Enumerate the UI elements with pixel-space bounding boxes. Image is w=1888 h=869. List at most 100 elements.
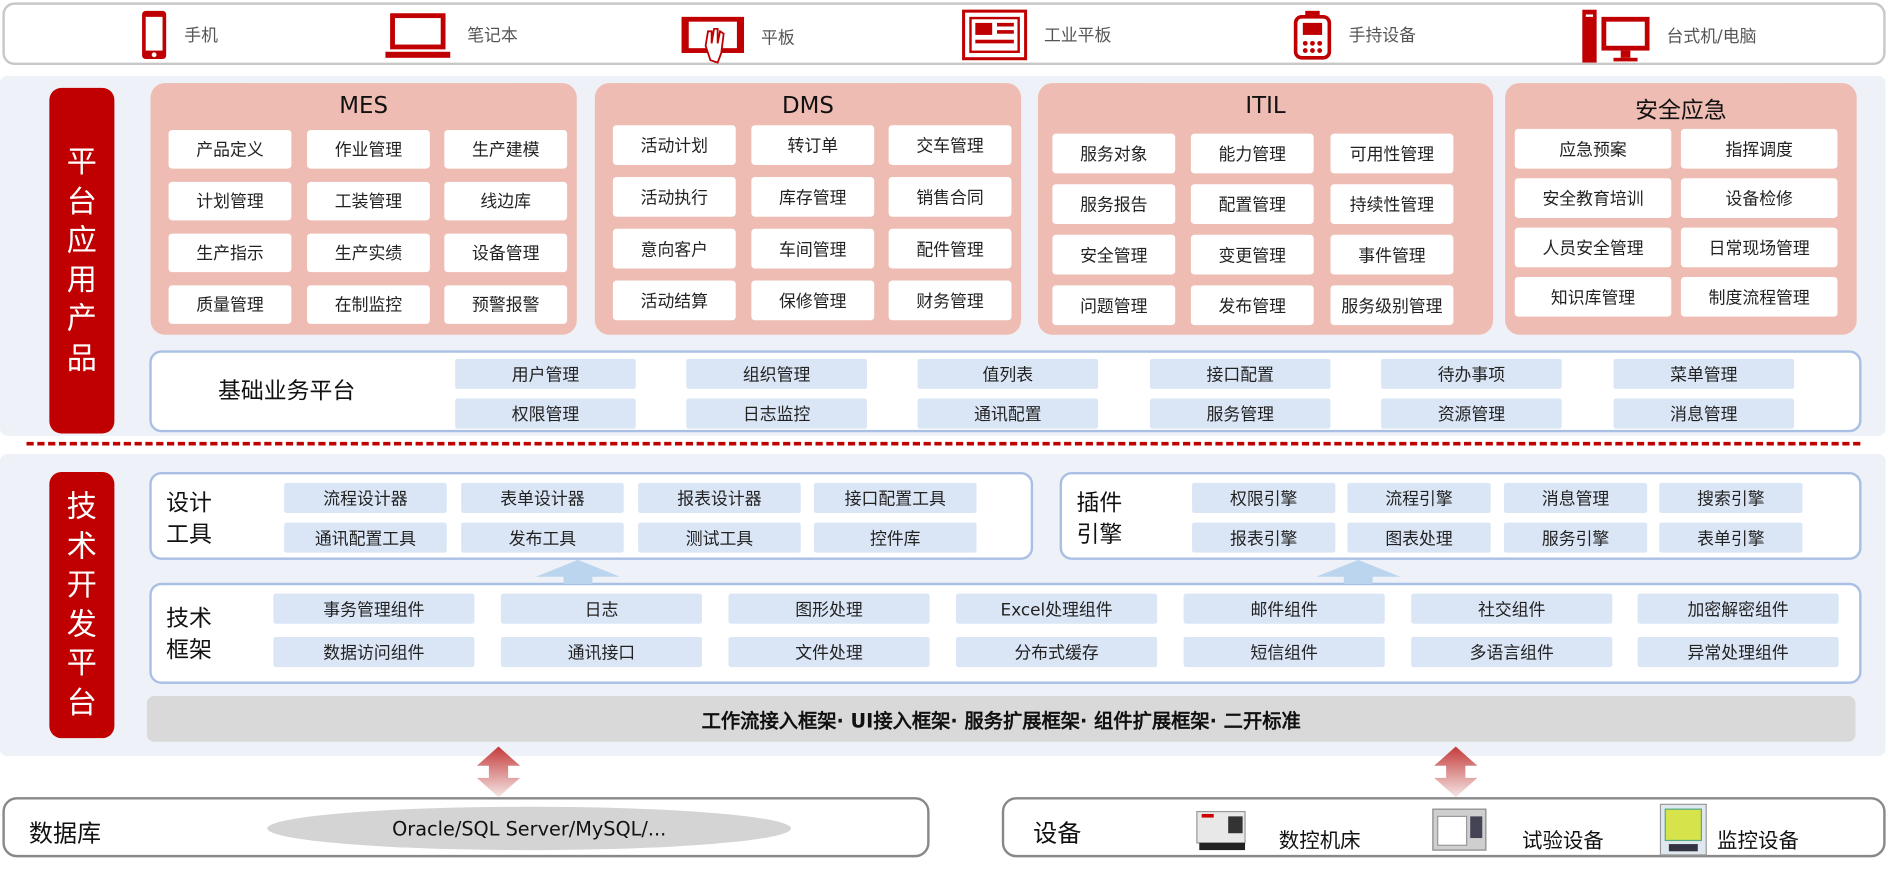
module-item[interactable]: 能力管理 <box>1190 133 1314 174</box>
plugin-engine-item[interactable]: 搜索引擎 <box>1659 482 1803 513</box>
plugin-engine-item[interactable]: 报表引擎 <box>1192 522 1336 553</box>
base-item[interactable]: 组织管理 <box>686 358 867 389</box>
module-item[interactable]: 保修管理 <box>751 280 875 321</box>
framework-item[interactable]: 数据访问组件 <box>273 636 475 668</box>
module-item[interactable]: 财务管理 <box>888 280 1012 321</box>
module-item[interactable]: 库存管理 <box>751 177 875 217</box>
module-item[interactable]: 活动结算 <box>612 280 736 321</box>
module-item[interactable]: 日常现场管理 <box>1680 227 1838 268</box>
plugin-engine-item[interactable]: 流程引擎 <box>1347 482 1491 513</box>
framework-item[interactable]: 通讯接口 <box>500 636 702 668</box>
equipment-title: 设备 <box>1033 818 1082 848</box>
base-item[interactable]: 日志监控 <box>686 398 867 429</box>
label-char: 用 <box>66 261 97 297</box>
module-item[interactable]: 设备管理 <box>444 233 568 273</box>
equipment-item: 监控设备 <box>1717 829 1799 854</box>
module-item[interactable]: 知识库管理 <box>1514 276 1672 317</box>
module-item[interactable]: 变更管理 <box>1190 234 1314 275</box>
module-item[interactable]: 制度流程管理 <box>1680 276 1838 317</box>
module-item[interactable]: 销售合同 <box>888 177 1012 217</box>
device-label: 平板 <box>760 28 795 49</box>
module-item[interactable]: 计划管理 <box>168 181 292 221</box>
design-tool-item[interactable]: 表单设计器 <box>461 482 624 513</box>
design-tool-item[interactable]: 发布工具 <box>461 522 624 553</box>
tablet-icon <box>681 16 745 64</box>
module-item[interactable]: 在制监控 <box>307 285 430 324</box>
module-item[interactable]: 配件管理 <box>888 228 1012 269</box>
module-item[interactable]: 发布管理 <box>1190 285 1314 326</box>
desktop-icon <box>1582 9 1650 63</box>
device-phone: 手机 <box>141 10 218 61</box>
device-label: 手持设备 <box>1348 26 1417 46</box>
module-item[interactable]: 人员安全管理 <box>1514 227 1672 268</box>
module-item[interactable]: 服务级别管理 <box>1330 285 1454 326</box>
framework-item[interactable]: 图形处理 <box>728 593 930 624</box>
module-item[interactable]: 设备检修 <box>1680 178 1838 218</box>
design-tool-item[interactable]: 流程设计器 <box>284 482 447 513</box>
module-item[interactable]: 产品定义 <box>168 130 292 169</box>
device-industrial-tablet: 工业平板 <box>962 9 1111 61</box>
module-item[interactable]: 活动执行 <box>612 177 736 217</box>
label-char: 台 <box>66 183 97 219</box>
base-item[interactable]: 菜单管理 <box>1613 358 1795 389</box>
plugin-engine-item[interactable]: 权限引擎 <box>1192 482 1336 513</box>
framework-item[interactable]: 文件处理 <box>728 636 930 668</box>
module-item[interactable]: 生产建模 <box>444 130 568 169</box>
module-item[interactable]: 安全管理 <box>1052 234 1176 275</box>
tech-framework-title: 技术框架 <box>166 605 212 664</box>
framework-item[interactable]: 日志 <box>500 593 702 624</box>
framework-item[interactable]: 多语言组件 <box>1411 636 1613 668</box>
cnc-machine-icon <box>1196 810 1246 851</box>
base-item[interactable]: 接口配置 <box>1149 358 1331 389</box>
base-item[interactable]: 待办事项 <box>1381 358 1562 389</box>
framework-item[interactable]: 社交组件 <box>1411 593 1613 624</box>
module-item[interactable]: 生产实绩 <box>307 233 430 273</box>
label-char: 平 <box>66 645 97 681</box>
plugin-engine-item[interactable]: 表单引擎 <box>1659 522 1803 553</box>
module-item[interactable]: 指挥调度 <box>1680 128 1838 169</box>
framework-item[interactable]: 短信组件 <box>1183 636 1385 668</box>
module-item[interactable]: 线边库 <box>444 181 568 221</box>
plugin-engine-item[interactable]: 消息管理 <box>1503 482 1648 513</box>
base-item[interactable]: 值列表 <box>917 358 1099 389</box>
base-item[interactable]: 消息管理 <box>1613 398 1795 429</box>
label-char: 产 <box>66 301 97 336</box>
design-tool-item[interactable]: 接口配置工具 <box>813 482 977 513</box>
module-item[interactable]: 事件管理 <box>1330 234 1454 275</box>
design-tool-item[interactable]: 通讯配置工具 <box>284 522 447 553</box>
framework-item[interactable]: 分布式缓存 <box>956 636 1158 668</box>
base-item[interactable]: 权限管理 <box>455 398 636 429</box>
module-item[interactable]: 工装管理 <box>307 181 430 221</box>
module-item[interactable]: 车间管理 <box>751 228 875 269</box>
module-item[interactable]: 生产指示 <box>168 233 292 273</box>
module-item[interactable]: 活动计划 <box>612 125 736 165</box>
module-item[interactable]: 交车管理 <box>888 125 1012 165</box>
plugin-engine-item[interactable]: 服务引擎 <box>1503 522 1648 553</box>
module-item[interactable]: 应急预案 <box>1514 128 1672 169</box>
module-item[interactable]: 配置管理 <box>1190 184 1314 224</box>
design-tool-item[interactable]: 控件库 <box>813 522 977 553</box>
design-tool-item[interactable]: 测试工具 <box>638 522 801 553</box>
framework-item[interactable]: 邮件组件 <box>1183 593 1385 624</box>
module-item[interactable]: 预警报警 <box>444 285 568 324</box>
module-item[interactable]: 安全教育培训 <box>1514 178 1672 218</box>
base-item[interactable]: 用户管理 <box>455 358 636 389</box>
module-item[interactable]: 意向客户 <box>612 228 736 269</box>
plugin-engine-item[interactable]: 图表处理 <box>1347 522 1491 553</box>
module-item[interactable]: 作业管理 <box>307 130 430 169</box>
module-item[interactable]: 持续性管理 <box>1330 184 1454 224</box>
module-item[interactable]: 可用性管理 <box>1330 133 1454 174</box>
framework-item[interactable]: 事务管理组件 <box>273 593 475 624</box>
design-tool-item[interactable]: 报表设计器 <box>638 482 801 513</box>
framework-item[interactable]: Excel处理组件 <box>956 593 1158 624</box>
module-item[interactable]: 问题管理 <box>1052 285 1176 326</box>
base-item[interactable]: 服务管理 <box>1149 398 1331 429</box>
module-item[interactable]: 服务对象 <box>1052 133 1176 174</box>
module-item[interactable]: 转订单 <box>751 125 875 165</box>
base-item[interactable]: 通讯配置 <box>917 398 1099 429</box>
framework-item[interactable]: 加密解密组件 <box>1637 593 1839 624</box>
module-item[interactable]: 服务报告 <box>1052 184 1176 224</box>
base-item[interactable]: 资源管理 <box>1381 398 1562 429</box>
framework-item[interactable]: 异常处理组件 <box>1637 636 1839 668</box>
module-item[interactable]: 质量管理 <box>168 285 292 324</box>
